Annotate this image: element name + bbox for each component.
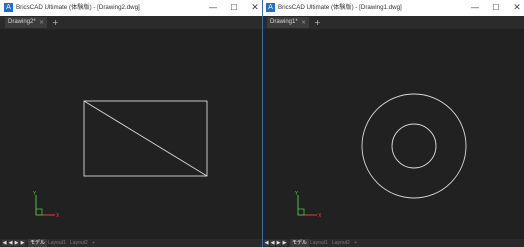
layout-tab-bar: ◀ ◀ ▶ ▶ モデル Layout1 Layout2 + bbox=[262, 239, 524, 247]
tab-drawing2[interactable]: Drawing2* × bbox=[5, 17, 47, 28]
tab-layout2[interactable]: Layout2 bbox=[70, 239, 88, 247]
outer-circle[interactable] bbox=[361, 93, 467, 199]
ucs-x-label: X bbox=[318, 213, 322, 219]
bricscad-window-right: A BricsCAD Ultimate (体験版) - [Drawing1.dw… bbox=[262, 0, 524, 247]
bricscad-app-icon[interactable]: A bbox=[4, 3, 13, 12]
inner-circle[interactable] bbox=[391, 123, 437, 169]
window-title: BricsCAD Ultimate (体験版) - [Drawing1.dwg] bbox=[278, 4, 402, 11]
minimize-button[interactable]: — bbox=[466, 0, 484, 16]
drawing-canvas[interactable]: Y X bbox=[0, 29, 262, 239]
first-layout-icon[interactable]: ◀ bbox=[2, 240, 7, 246]
drawing-canvas[interactable]: Y X bbox=[262, 29, 524, 239]
tab-close-icon[interactable]: × bbox=[39, 17, 44, 28]
ucs-x-label: X bbox=[56, 213, 60, 219]
drawing-svg: Y X bbox=[32, 100, 208, 219]
title-bar[interactable]: A BricsCAD Ultimate (体験版) - [Drawing1.dw… bbox=[262, 0, 524, 16]
ucs-icon: Y X bbox=[294, 191, 322, 219]
layout-tab-bar: ◀ ◀ ▶ ▶ モデル Layout1 Layout2 + bbox=[0, 239, 262, 247]
tab-layout2[interactable]: Layout2 bbox=[332, 239, 350, 247]
first-layout-icon[interactable]: ◀ bbox=[264, 240, 269, 246]
prev-layout-icon[interactable]: ◀ bbox=[8, 240, 13, 246]
maximize-button[interactable]: ☐ bbox=[487, 0, 505, 16]
bricscad-app-icon[interactable]: A bbox=[266, 3, 275, 12]
minimize-button[interactable]: — bbox=[204, 0, 222, 16]
next-layout-icon[interactable]: ▶ bbox=[14, 240, 19, 246]
ucs-icon: Y X bbox=[32, 191, 60, 219]
document-tab-bar: Drawing2* × bbox=[0, 16, 262, 29]
new-tab-button[interactable]: + bbox=[314, 17, 321, 28]
diagonal-line[interactable] bbox=[83, 100, 208, 177]
title-bar[interactable]: A BricsCAD Ultimate (体験版) - [Drawing2.dw… bbox=[0, 0, 262, 16]
last-layout-icon[interactable]: ▶ bbox=[282, 240, 287, 246]
next-layout-icon[interactable]: ▶ bbox=[276, 240, 281, 246]
add-layout-button[interactable]: + bbox=[92, 239, 95, 247]
window-title: BricsCAD Ultimate (体験版) - [Drawing2.dwg] bbox=[16, 4, 140, 11]
tab-label: Drawing2* bbox=[8, 19, 36, 25]
document-tab-bar: Drawing1* × bbox=[262, 16, 524, 29]
add-layout-button[interactable]: + bbox=[354, 239, 357, 247]
tab-label: Drawing1* bbox=[270, 19, 298, 25]
tab-layout1[interactable]: Layout1 bbox=[310, 239, 328, 247]
new-tab-button[interactable]: + bbox=[52, 17, 59, 28]
drawing-svg: Y X bbox=[294, 93, 467, 219]
tab-layout1[interactable]: Layout1 bbox=[48, 239, 66, 247]
close-button[interactable]: ✕ bbox=[508, 0, 524, 16]
tab-model[interactable]: モデル bbox=[28, 239, 48, 247]
maximize-button[interactable]: ☐ bbox=[225, 0, 243, 16]
tab-close-icon[interactable]: × bbox=[301, 17, 306, 28]
last-layout-icon[interactable]: ▶ bbox=[20, 240, 25, 246]
prev-layout-icon[interactable]: ◀ bbox=[270, 240, 275, 246]
close-button[interactable]: ✕ bbox=[246, 0, 262, 16]
tab-model[interactable]: モデル bbox=[290, 239, 310, 247]
bricscad-window-left: A BricsCAD Ultimate (体験版) - [Drawing2.dw… bbox=[0, 0, 262, 247]
tab-drawing1[interactable]: Drawing1* × bbox=[267, 17, 309, 28]
